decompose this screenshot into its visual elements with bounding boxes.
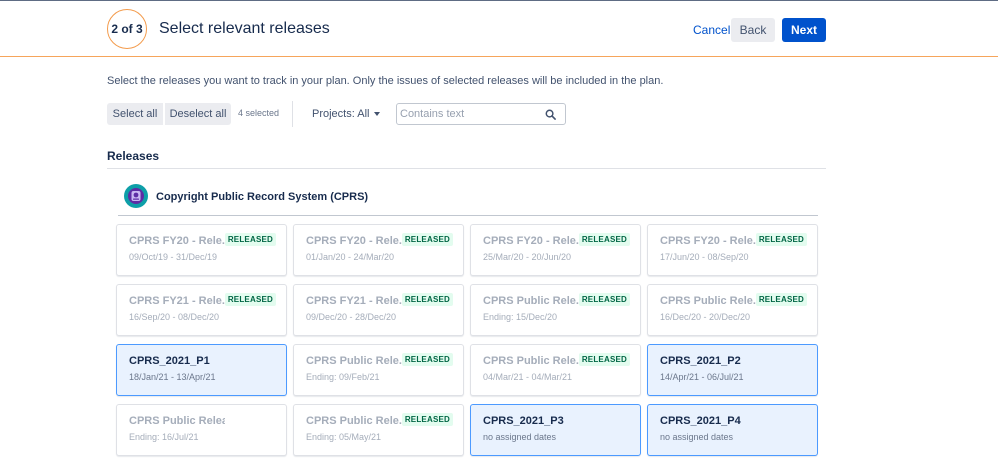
release-dates: 25/Mar/20 - 20/Jun/20: [483, 252, 572, 262]
release-card[interactable]: CPRS Public Rele... 16/Dec/20 - 20/Dec/20…: [647, 284, 818, 336]
release-dates: Ending: 05/May/21: [306, 432, 382, 442]
chevron-down-icon: [374, 112, 381, 116]
release-dates: Ending: 15/Dec/20: [483, 312, 558, 322]
release-dates: 04/Mar/21 - 04/Mar/21: [483, 372, 573, 382]
projects-filter-label: Projects: All: [312, 108, 370, 120]
toolbar-divider: [292, 101, 293, 127]
release-name: CPRS Public Release 2.0: [129, 415, 225, 427]
page-title: Select relevant releases: [159, 20, 330, 37]
back-button[interactable]: Back: [731, 18, 775, 42]
released-badge: RELEASED: [224, 233, 276, 246]
release-name: CPRS_2021_P1: [129, 355, 210, 367]
released-badge: RELEASED: [578, 233, 630, 246]
released-badge: RELEASED: [401, 233, 453, 246]
project-avatar-icon: [124, 184, 148, 208]
wizard-header: 2 of 3 Select relevant releases Cancel B…: [0, 1, 998, 57]
release-dates: 16/Sep/20 - 08/Dec/20: [129, 312, 220, 322]
release-name: CPRS_2021_P3: [483, 415, 564, 427]
release-name: CPRS FY20 - Rele...: [483, 235, 579, 247]
released-badge: RELEASED: [401, 413, 453, 426]
release-card[interactable]: CPRS FY21 - Rele... 09/Dec/20 - 28/Dec/20…: [293, 284, 464, 336]
release-card[interactable]: CPRS FY20 - Rele... 01/Jan/20 - 24/Mar/20…: [293, 224, 464, 276]
released-badge: RELEASED: [401, 353, 453, 366]
search-field: [396, 103, 566, 125]
release-name: CPRS FY20 - Rele...: [129, 235, 225, 247]
step-indicator: 2 of 3: [107, 9, 147, 49]
release-dates: 09/Oct/19 - 31/Dec/19: [129, 252, 218, 262]
release-dates: 17/Jun/20 - 08/Sep/20: [660, 252, 749, 262]
release-card[interactable]: CPRS Public Rele... Ending: 05/May/21 RELE…: [293, 404, 464, 456]
release-dates: no assigned dates: [660, 432, 734, 442]
release-card[interactable]: CPRS FY21 - Rele... 16/Sep/20 - 08/Dec/20…: [116, 284, 287, 336]
projects-filter-dropdown[interactable]: Projects: All: [312, 103, 381, 125]
released-badge: RELEASED: [755, 293, 807, 306]
next-button[interactable]: Next: [782, 18, 826, 42]
release-card[interactable]: CPRS Public Rele... Ending: 15/Dec/20 RELE…: [470, 284, 641, 336]
release-grid: CPRS FY20 - Rele... 09/Oct/19 - 31/Dec/19…: [116, 224, 818, 456]
release-name: CPRS Public Rele...: [660, 295, 756, 307]
release-card[interactable]: CPRS Public Release 2.0 Ending: 16/Jul/21: [116, 404, 287, 456]
release-name: CPRS FY20 - Rele...: [660, 235, 756, 247]
release-name: CPRS FY21 - Rele...: [306, 295, 402, 307]
release-card[interactable]: CPRS_2021_P1 18/Jan/21 - 13/Apr/21: [116, 344, 287, 396]
release-name: CPRS Public Rele...: [306, 415, 402, 427]
search-icon[interactable]: [545, 109, 556, 120]
release-card[interactable]: CPRS FY20 - Rele... 09/Oct/19 - 31/Dec/19…: [116, 224, 287, 276]
release-name: CPRS_2021_P2: [660, 355, 741, 367]
intro-text: Select the releases you want to track in…: [107, 75, 664, 87]
released-badge: RELEASED: [401, 293, 453, 306]
release-card[interactable]: CPRS_2021_P4no assigned dates: [647, 404, 818, 456]
project-divider: [118, 215, 818, 216]
release-name: CPRS Public Rele...: [306, 355, 402, 367]
release-name: CPRS Public Rele...: [483, 355, 579, 367]
release-dates: no assigned dates: [483, 432, 557, 442]
release-dates: 09/Dec/20 - 28/Dec/20: [306, 312, 397, 322]
release-name: CPRS FY20 - Rele...: [306, 235, 402, 247]
release-card[interactable]: CPRS_2021_P3no assigned dates: [470, 404, 641, 456]
selected-count: 4 selected: [238, 108, 280, 118]
releases-heading: Releases: [107, 149, 160, 163]
released-badge: RELEASED: [578, 353, 630, 366]
toolbar: Select all Deselect all 4 selected Proje…: [107, 101, 577, 127]
release-dates: 14/Apr/21 - 06/Jul/21: [660, 372, 744, 382]
cancel-button[interactable]: Cancel: [688, 18, 735, 42]
release-card[interactable]: CPRS FY20 - Rele... 17/Jun/20 - 08/Sep/20…: [647, 224, 818, 276]
search-input[interactable]: [400, 106, 540, 122]
release-dates: Ending: 09/Feb/21: [306, 372, 380, 382]
deselect-all-button[interactable]: Deselect all: [165, 103, 231, 125]
release-dates: 18/Jan/21 - 13/Apr/21: [129, 372, 216, 382]
release-card[interactable]: CPRS FY20 - Rele... 25/Mar/20 - 20/Jun/20…: [470, 224, 641, 276]
release-dates: 01/Jan/20 - 24/Mar/20: [306, 252, 395, 262]
release-card[interactable]: CPRS Public Rele... Ending: 09/Feb/21 RELE…: [293, 344, 464, 396]
project-name: Copyright Public Record System (CPRS): [156, 191, 369, 203]
release-name: CPRS_2021_P4: [660, 415, 741, 427]
release-dates: Ending: 16/Jul/21: [129, 432, 199, 442]
release-name: CPRS FY21 - Rele...: [129, 295, 225, 307]
select-all-button[interactable]: Select all: [107, 103, 163, 125]
release-name: CPRS Public Rele...: [483, 295, 579, 307]
release-dates: 16/Dec/20 - 20/Dec/20: [660, 312, 751, 322]
released-badge: RELEASED: [755, 233, 807, 246]
release-card[interactable]: CPRS_2021_P2 14/Apr/21 - 06/Jul/21: [647, 344, 818, 396]
released-badge: RELEASED: [578, 293, 630, 306]
release-card[interactable]: CPRS Public Rele... 04/Mar/21 - 04/Mar/21…: [470, 344, 641, 396]
released-badge: RELEASED: [224, 293, 276, 306]
section-divider: [107, 168, 826, 169]
